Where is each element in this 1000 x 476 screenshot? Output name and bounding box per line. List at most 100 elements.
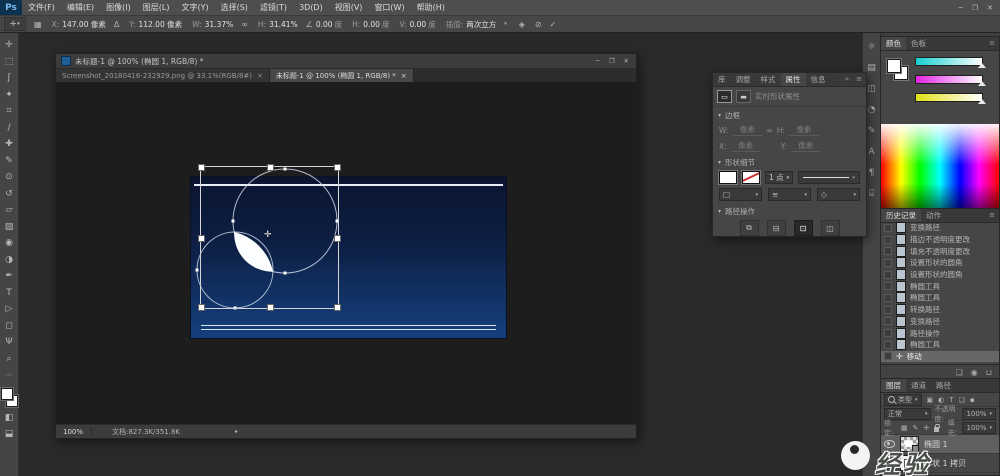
tab-channels[interactable]: 通道	[906, 379, 931, 392]
reference-point-icon[interactable]: ▦	[34, 20, 42, 29]
shape-properties-mode-icon[interactable]: ▭	[717, 90, 732, 103]
foreground-color-swatch[interactable]	[1, 388, 13, 400]
clone-source-icon[interactable]: ◫	[867, 84, 876, 94]
lock-transparency-icon[interactable]: ▦	[901, 424, 908, 432]
tool-preset-picker[interactable]: ✛ ▾	[4, 17, 26, 31]
crop-tool[interactable]: ⌗	[0, 103, 18, 120]
transform-handle-top-center[interactable]	[267, 164, 274, 171]
menu-select[interactable]: 选择(S)	[215, 0, 254, 15]
document-titlebar[interactable]: 未标题-1 @ 100% (椭圆 1, RGB/8) * ─ ❐ ✕	[56, 54, 636, 69]
filter-shape-layers-icon[interactable]: ❏	[959, 396, 965, 404]
filter-smart-objects-icon[interactable]: ▪	[970, 396, 975, 404]
delete-state-icon[interactable]: ⊔	[986, 368, 992, 377]
brush-settings-icon[interactable]: ✎	[868, 126, 876, 136]
combine-shapes-button[interactable]: ⧉	[740, 220, 759, 236]
filter-type-layers-icon[interactable]: T	[949, 396, 953, 404]
type-tool[interactable]: T	[0, 285, 18, 302]
commit-transform-icon[interactable]: ✓	[550, 20, 557, 29]
zoom-level-field[interactable]: 100%	[56, 428, 83, 436]
tab-styles[interactable]: 样式	[756, 73, 781, 86]
menu-image[interactable]: 图像(I)	[100, 0, 137, 15]
vskew-value[interactable]: 0.00	[410, 20, 427, 29]
hskew-value[interactable]: 0.00	[363, 20, 380, 29]
history-source-checkbox[interactable]	[884, 317, 892, 325]
filter-pixel-layers-icon[interactable]: ▣	[927, 396, 934, 404]
link-dimensions-icon[interactable]: ∞	[241, 20, 248, 29]
history-source-checkbox[interactable]	[884, 306, 892, 314]
green-slider-handle[interactable]	[978, 81, 986, 86]
history-item[interactable]: 椭圆工具	[881, 339, 999, 351]
history-source-checkbox[interactable]	[884, 294, 892, 302]
green-slider[interactable]	[915, 71, 993, 88]
blur-tool[interactable]: ◉	[0, 235, 18, 252]
history-source-checkbox[interactable]	[884, 236, 892, 244]
history-source-checkbox[interactable]	[884, 352, 892, 360]
history-source-checkbox[interactable]	[884, 329, 892, 337]
quick-mask-icon[interactable]: ◧	[0, 410, 18, 427]
app-maximize-button[interactable]: ❐	[972, 4, 978, 12]
menu-edit[interactable]: 编辑(E)	[61, 0, 100, 15]
color-spectrum-ramp[interactable]	[881, 124, 999, 209]
history-source-checkbox[interactable]	[884, 271, 892, 279]
red-slider[interactable]	[915, 53, 993, 70]
tab-properties[interactable]: 属性	[781, 73, 806, 86]
panel-collapse-icon[interactable]: »	[845, 73, 853, 86]
history-item[interactable]: 描边不透明度更改	[881, 234, 999, 246]
move-tool[interactable]: ✛	[0, 37, 18, 54]
h-value[interactable]: 31.41%	[269, 20, 298, 29]
edit-toolbar-icon[interactable]: ⋯	[0, 367, 18, 384]
tab-color[interactable]: 颜色	[881, 37, 906, 50]
blue-slider[interactable]	[915, 89, 993, 106]
healing-brush-tool[interactable]: ✚	[0, 136, 18, 153]
close-icon[interactable]: ×	[257, 72, 263, 80]
subtract-front-shape-button[interactable]: ⊟	[767, 220, 786, 236]
quick-selection-tool[interactable]: ✦	[0, 87, 18, 104]
new-document-from-state-icon[interactable]: ❏	[956, 368, 963, 377]
stroke-caps-dropdown[interactable]: ≡ ▾	[768, 188, 811, 201]
tab-history[interactable]: 历史记录	[881, 209, 921, 222]
doc-close-button[interactable]: ✕	[624, 57, 629, 65]
history-item[interactable]: 路径操作	[881, 327, 999, 339]
section-collapse-icon[interactable]: ▾	[718, 112, 721, 119]
mask-properties-mode-icon[interactable]: ▬	[736, 90, 751, 103]
layer-name[interactable]: 形状 1 拷贝	[924, 458, 966, 469]
shape-tool[interactable]: ◻	[0, 318, 18, 335]
lock-all-icon[interactable]	[934, 427, 938, 432]
intersect-shape-areas-button[interactable]: ⊡	[794, 220, 813, 236]
prop-w-field[interactable]: 像素	[733, 124, 763, 136]
new-snapshot-icon[interactable]: ◉	[971, 368, 978, 377]
adjustments-icon[interactable]: ☼	[867, 42, 875, 52]
history-source-checkbox[interactable]	[884, 341, 892, 349]
menu-help[interactable]: 帮助(H)	[411, 0, 451, 15]
transform-handle-bottom-center[interactable]	[267, 304, 274, 311]
eraser-tool[interactable]: ▱	[0, 202, 18, 219]
green-slider-track[interactable]	[915, 75, 983, 84]
y-value[interactable]: 112.00 像素	[138, 19, 182, 30]
exclude-overlapping-shapes-button[interactable]: ◫	[821, 220, 840, 236]
red-slider-track[interactable]	[915, 57, 983, 66]
screen-mode-icon[interactable]: ⬓	[0, 426, 18, 443]
history-item[interactable]: 设置形状的圆角	[881, 269, 999, 281]
history-brush-tool[interactable]: ↺	[0, 186, 18, 203]
app-minimize-button[interactable]: ─	[959, 4, 963, 12]
panel-menu-icon[interactable]: ≡	[989, 209, 999, 222]
tab-paths[interactable]: 路径	[931, 379, 956, 392]
tab-actions[interactable]: 动作	[921, 209, 946, 222]
stroke-align-dropdown[interactable]: □ ▾	[719, 188, 762, 201]
path-selection-tool[interactable]: ▷	[0, 301, 18, 318]
x-value[interactable]: 147.00 像素	[62, 19, 106, 30]
layer-visibility-icon[interactable]	[884, 440, 895, 448]
stroke-width-field[interactable]: 1 点 ▾	[765, 171, 793, 184]
pen-tool[interactable]: ✒	[0, 268, 18, 285]
layer-name[interactable]: 椭圆 1	[924, 439, 948, 450]
lasso-tool[interactable]: ʃ	[0, 70, 18, 87]
transform-handle-top-right[interactable]	[334, 164, 341, 171]
color-swatches[interactable]	[0, 386, 18, 410]
interpolation-value[interactable]: 两次立方	[466, 19, 496, 30]
menu-layer[interactable]: 图层(L)	[137, 0, 176, 15]
fill-color-swatch[interactable]	[719, 171, 737, 184]
panel-menu-icon[interactable]: ≡	[856, 73, 866, 86]
layer-visibility-icon[interactable]	[884, 459, 895, 467]
history-item[interactable]: 转换路径	[881, 304, 999, 316]
menu-type[interactable]: 文字(Y)	[175, 0, 214, 15]
